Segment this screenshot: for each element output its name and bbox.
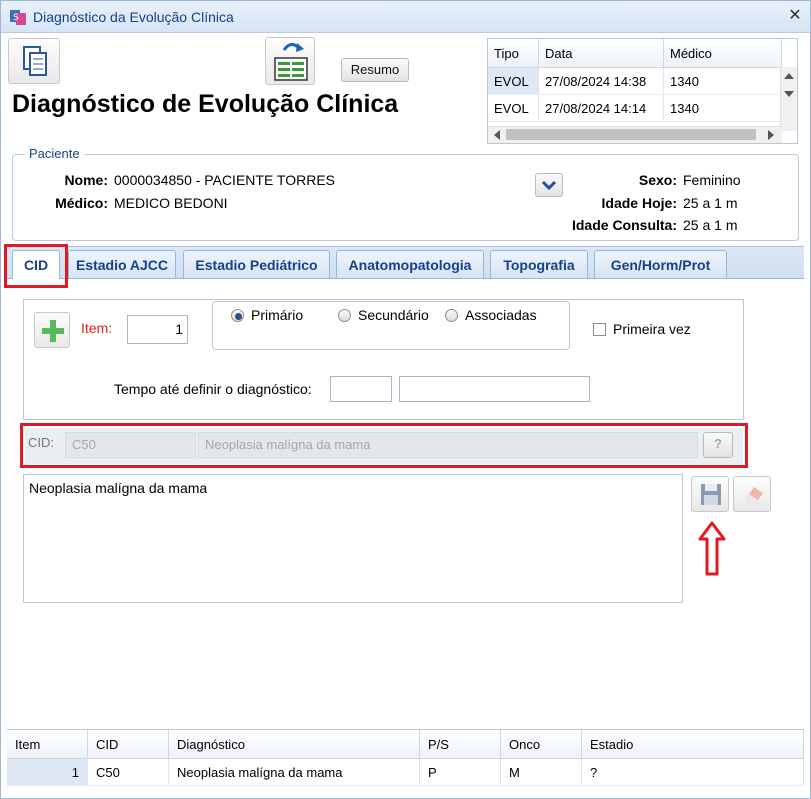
grid-col-diagnostico[interactable]: Diagnóstico [168,730,420,759]
patient-legend: Paciente [25,146,84,161]
annotation-arrow-icon [698,521,726,576]
history-vertical-scrollbar[interactable] [780,67,797,131]
scroll-down-icon[interactable] [781,87,797,101]
grid-col-estadio[interactable]: Estadio [581,730,804,759]
title-bar: S Diagnóstico da Evolução Clínica ✕ [1,1,810,33]
tempo-unit-input[interactable] [399,376,590,402]
grid-col-ps[interactable]: P/S [419,730,501,759]
history-col-tipo[interactable]: Tipo [488,39,539,68]
nome-label: Nome: [64,172,108,188]
copy-document-icon [23,46,47,76]
grid-cell: ? [581,758,804,786]
grid-cell: P [419,758,501,786]
idade-hoje-label: Idade Hoje: [601,195,677,211]
grid-cell: Neoplasia malígna da mama [168,758,420,786]
add-item-button[interactable] [34,312,70,348]
tab-gen-horm-prot[interactable]: Gen/Horm/Prot [594,250,727,278]
page-title: Diagnóstico de Evolução Clínica [12,90,399,118]
tab-topografia[interactable]: Topografia [490,250,588,278]
sexo-label: Sexo: [638,172,677,188]
radio-primario-label: Primário [251,307,304,323]
history-cell: 27/08/2024 14:14 [538,94,664,122]
nome-value: 0000034850 - PACIENTE TORRES [114,172,335,188]
window-title: Diagnóstico da Evolução Clínica [33,9,234,25]
floppy-disk-icon [701,484,721,505]
clear-button[interactable] [733,476,771,512]
sexo-value: Feminino [683,172,741,188]
diagnosis-grid: Item CID Diagnóstico P/S Onco Estadio 1 … [7,729,804,794]
grid-cell: C50 [87,758,169,786]
grid-cell: M [500,758,582,786]
refresh-table-icon [274,43,308,81]
grid-col-onco[interactable]: Onco [500,730,582,759]
radio-primario[interactable] [231,309,244,322]
grid-col-item[interactable]: Item [7,730,88,759]
plus-icon [42,320,64,342]
item-label: Item: [81,320,113,336]
tab-estadio-ajcc[interactable]: Estadio AJCC [68,250,176,278]
resumo-button[interactable]: Resumo [341,58,409,82]
radio-secundario[interactable] [338,309,351,322]
scroll-right-icon[interactable] [764,127,778,143]
history-grid: Tipo Data Médico EVOL 27/08/2024 14:38 1… [487,38,798,144]
save-button[interactable] [691,476,729,512]
history-horizontal-scrollbar[interactable] [488,126,782,143]
history-cell: 1340 [663,67,782,95]
diagnosis-text-area[interactable]: Neoplasia malígna da mama [23,474,683,603]
radio-secundario-label: Secundário [358,307,429,323]
history-cell: EVOL [488,94,539,122]
tab-estadio-pediatrico[interactable]: Estadio Pediátrico [183,250,330,278]
import-data-button[interactable] [265,37,315,85]
scroll-up-icon[interactable] [781,69,797,83]
tempo-label: Tempo até definir o diagnóstico: [114,381,312,397]
highlight-tab-cid [4,244,68,288]
tempo-value-input[interactable] [330,376,392,402]
history-row[interactable]: EVOL 27/08/2024 14:38 1340 [488,67,782,95]
idade-consulta-label: Idade Consulta: [571,217,677,233]
idade-hoje-value: 25 a 1 m [683,195,738,211]
item-input[interactable]: 1 [127,315,188,344]
medico-value: MEDICO BEDONI [114,195,228,211]
history-cell: 27/08/2024 14:38 [538,67,664,95]
grid-col-cid[interactable]: CID [87,730,169,759]
close-icon[interactable]: ✕ [786,7,804,25]
grid-cell: 1 [7,758,88,786]
history-col-medico[interactable]: Médico [663,39,782,68]
idade-consulta-value: 25 a 1 m [683,217,738,233]
radio-associadas-label: Associadas [465,307,537,323]
history-cell: EVOL [488,67,539,95]
eraser-icon [744,487,763,507]
scroll-thumb[interactable] [506,129,756,140]
history-row[interactable]: EVOL 27/08/2024 14:14 1340 [488,94,782,122]
highlight-cid-bar [20,423,748,468]
medico-label: Médico: [55,195,108,211]
radio-associadas[interactable] [445,309,458,322]
scroll-left-icon[interactable] [490,127,504,143]
table-row[interactable]: 1 C50 Neoplasia malígna da mama P M ? [7,758,804,786]
history-col-data[interactable]: Data [538,39,664,68]
primeira-vez-label: Primeira vez [613,321,691,337]
history-cell: 1340 [663,94,782,122]
copy-button[interactable] [8,38,60,84]
svg-text:S: S [13,13,19,23]
primeira-vez-checkbox[interactable] [593,323,606,336]
app-logo-icon: S [10,10,26,25]
tab-anatomopatologia[interactable]: Anatomopatologia [336,250,484,278]
